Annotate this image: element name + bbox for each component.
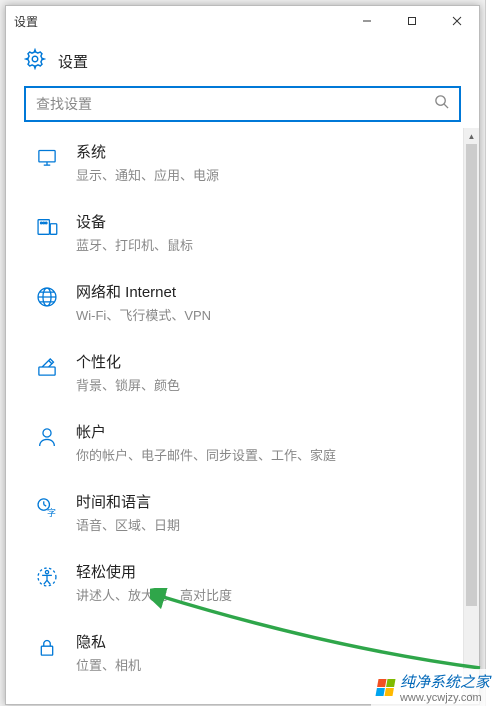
watermark: 纯净系统之家 www.ycwjzy.com bbox=[371, 669, 496, 706]
svg-text:字: 字 bbox=[47, 507, 56, 518]
category-title: 网络和 Internet bbox=[76, 282, 211, 303]
search-container bbox=[6, 86, 479, 128]
category-title: 个性化 bbox=[76, 352, 180, 373]
category-time-language[interactable]: 字 时间和语言 语音、区域、日期 bbox=[22, 478, 473, 548]
category-devices[interactable]: 设备 蓝牙、打印机、鼠标 bbox=[22, 198, 473, 268]
search-input[interactable] bbox=[36, 96, 426, 112]
category-title: 更新和安全 bbox=[76, 702, 236, 704]
category-title: 系统 bbox=[76, 142, 219, 163]
watermark-logo-icon bbox=[375, 679, 395, 696]
watermark-url: www.ycwjzy.com bbox=[400, 692, 490, 704]
settings-window: 设置 设置 bbox=[5, 5, 480, 705]
system-icon bbox=[28, 142, 66, 170]
category-title: 设备 bbox=[76, 212, 193, 233]
category-title: 轻松使用 bbox=[76, 562, 232, 583]
titlebar: 设置 bbox=[6, 6, 479, 36]
window-title: 设置 bbox=[14, 13, 38, 30]
category-network[interactable]: 网络和 Internet Wi-Fi、飞行模式、VPN bbox=[22, 268, 473, 338]
category-desc: 显示、通知、应用、电源 bbox=[76, 165, 219, 184]
globe-icon bbox=[28, 282, 66, 310]
category-personalization[interactable]: 个性化 背景、锁屏、颜色 bbox=[22, 338, 473, 408]
search-icon bbox=[434, 94, 449, 114]
personalization-icon bbox=[28, 352, 66, 380]
header: 设置 bbox=[6, 36, 479, 86]
search-box[interactable] bbox=[24, 86, 461, 122]
category-title: 帐户 bbox=[76, 422, 336, 443]
maximize-button[interactable] bbox=[389, 7, 434, 35]
lock-icon bbox=[28, 632, 66, 660]
category-desc: 背景、锁屏、颜色 bbox=[76, 375, 180, 394]
person-icon bbox=[28, 422, 66, 450]
close-button[interactable] bbox=[434, 7, 479, 35]
update-icon bbox=[28, 702, 66, 704]
category-list: 系统 显示、通知、应用、电源 设备 蓝牙、打印机、鼠标 网络和 Inte bbox=[6, 128, 479, 704]
category-accounts[interactable]: 帐户 你的帐户、电子邮件、同步设置、工作、家庭 bbox=[22, 408, 473, 478]
category-desc: 语音、区域、日期 bbox=[76, 515, 180, 534]
category-desc: 讲述人、放大镜、高对比度 bbox=[76, 585, 232, 604]
page-title: 设置 bbox=[58, 51, 88, 72]
vertical-scrollbar[interactable]: ▲ ▼ bbox=[463, 128, 479, 704]
scroll-thumb[interactable] bbox=[466, 144, 477, 606]
category-ease-of-access[interactable]: 轻松使用 讲述人、放大镜、高对比度 bbox=[22, 548, 473, 618]
scroll-track[interactable] bbox=[464, 144, 479, 688]
content-scroll: 系统 显示、通知、应用、电源 设备 蓝牙、打印机、鼠标 网络和 Inte bbox=[6, 128, 479, 704]
category-desc: 位置、相机 bbox=[76, 655, 141, 674]
devices-icon bbox=[28, 212, 66, 240]
category-desc: 你的帐户、电子邮件、同步设置、工作、家庭 bbox=[76, 445, 336, 464]
category-desc: 蓝牙、打印机、鼠标 bbox=[76, 235, 193, 254]
ease-of-access-icon bbox=[28, 562, 66, 590]
category-title: 时间和语言 bbox=[76, 492, 180, 513]
category-system[interactable]: 系统 显示、通知、应用、电源 bbox=[22, 128, 473, 198]
time-language-icon: 字 bbox=[28, 492, 66, 520]
category-title: 隐私 bbox=[76, 632, 141, 653]
cropped-edge bbox=[485, 0, 500, 706]
gear-icon bbox=[24, 48, 46, 75]
scroll-up-arrow[interactable]: ▲ bbox=[464, 128, 479, 144]
category-desc: Wi-Fi、飞行模式、VPN bbox=[76, 305, 211, 324]
watermark-brand: 纯净系统之家 bbox=[400, 671, 490, 692]
minimize-button[interactable] bbox=[344, 7, 389, 35]
